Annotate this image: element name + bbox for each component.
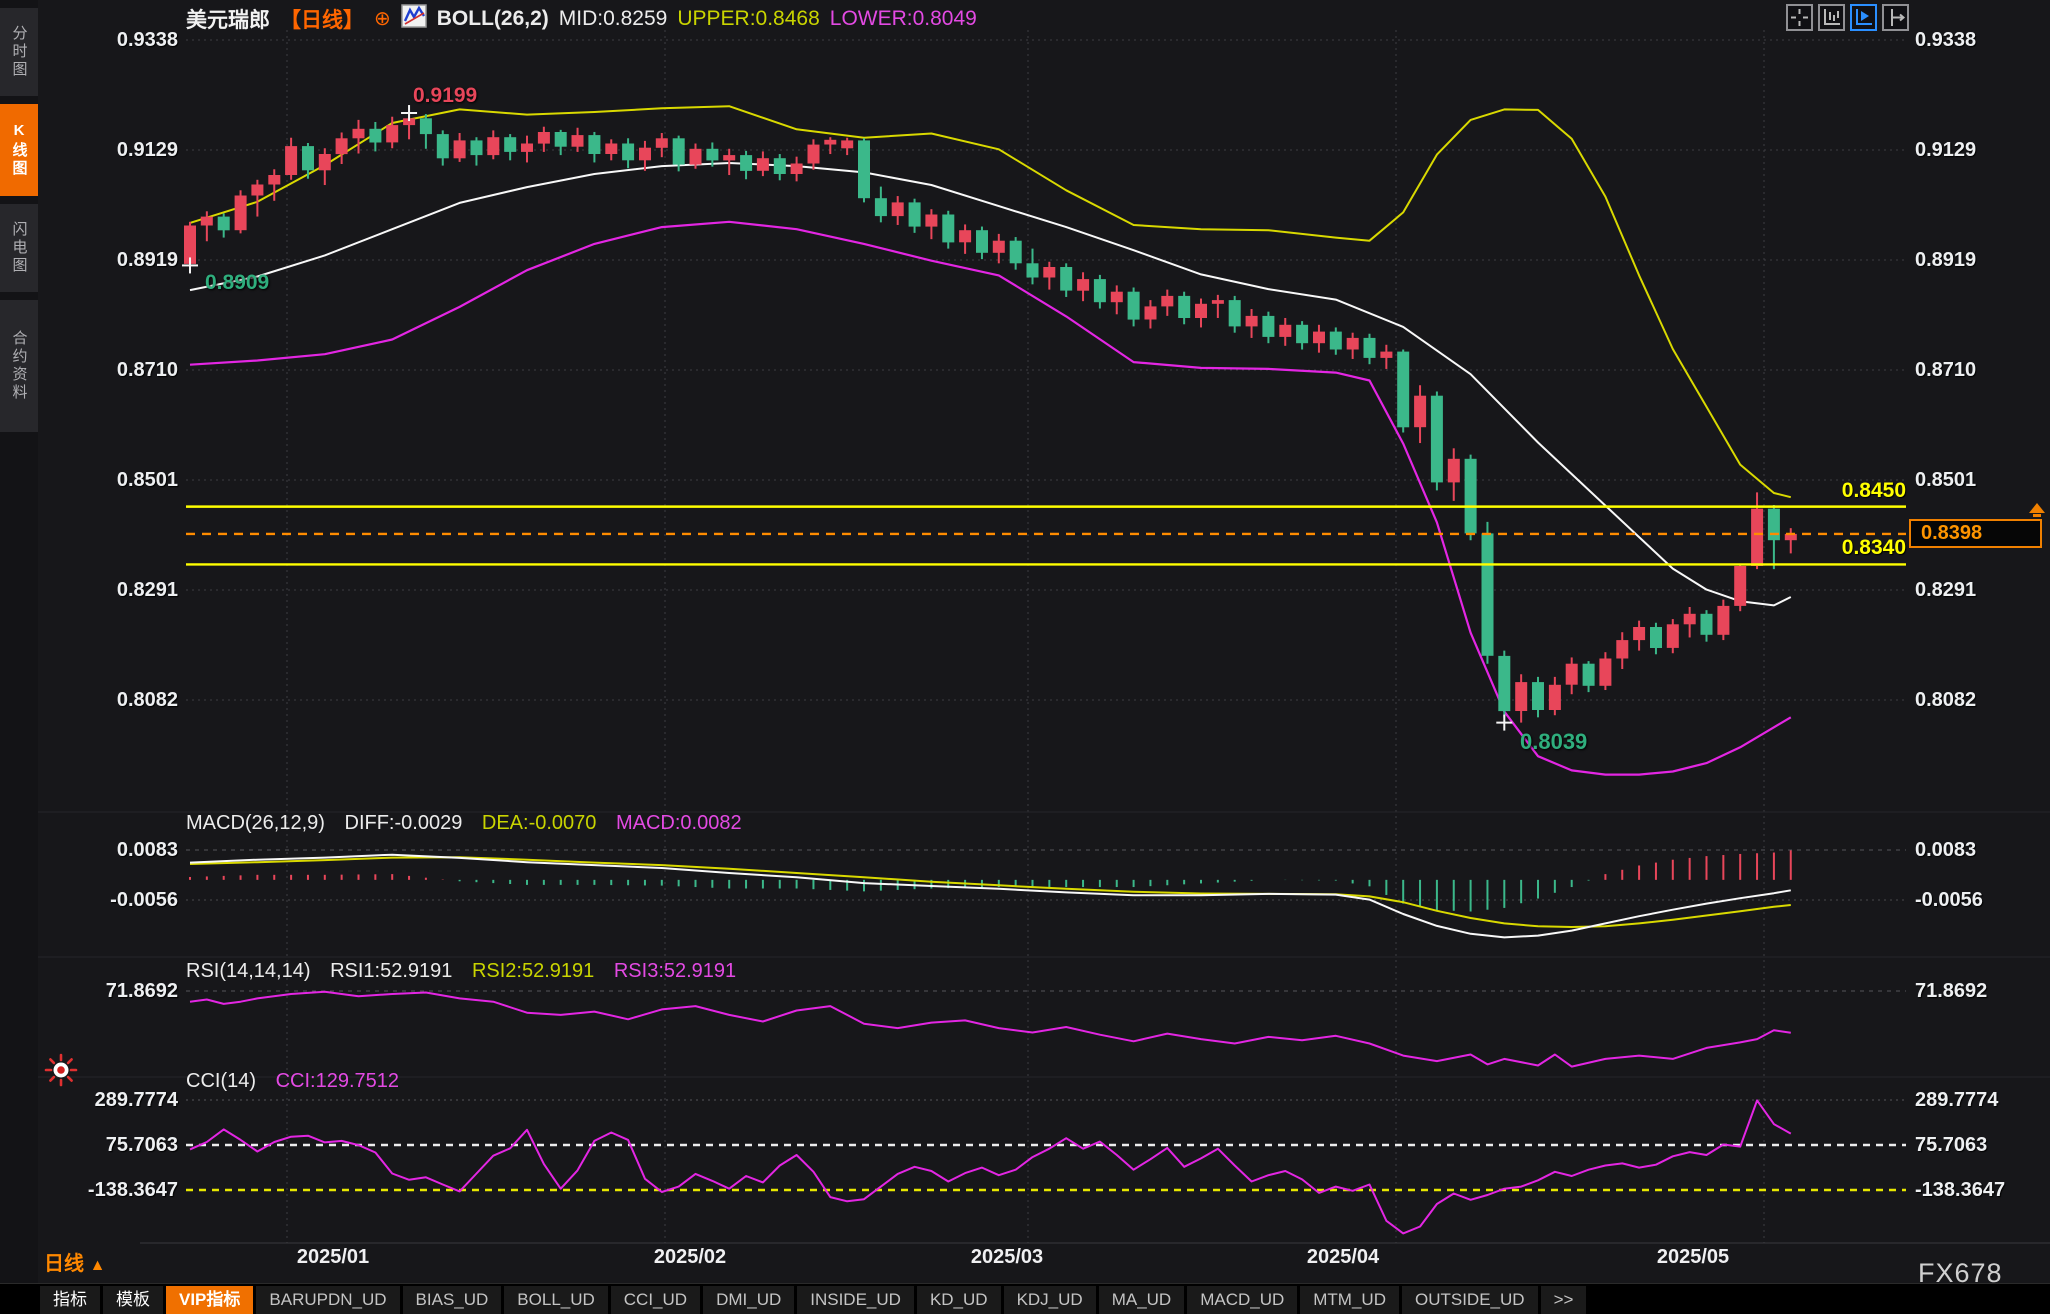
- tab-kdj_ud[interactable]: KDJ_UD: [1003, 1285, 1096, 1314]
- axis-tick-label: 0.8919: [1915, 249, 1977, 271]
- tab-barupdn_ud[interactable]: BARUPDN_UD: [256, 1285, 400, 1314]
- timeframe-selector[interactable]: 日线 ▲: [44, 1247, 105, 1276]
- x-axis-month-label: 2025/01: [296, 1246, 370, 1268]
- watermark: FX678: [1918, 1258, 2003, 1288]
- tab-gtgt[interactable]: >>: [1540, 1285, 1587, 1314]
- axis-tick-label: 0.8501: [116, 469, 178, 491]
- support-level-label: 0.8340: [1841, 536, 1906, 559]
- sidebar: 分时图 K线图闪电图合约资料: [0, 0, 38, 1314]
- boll-upper-value: UPPER:0.8468: [677, 7, 820, 30]
- axis-tick-label: -138.3647: [87, 1179, 178, 1201]
- rsi3-value: RSI3:52.9191: [613, 960, 737, 982]
- tab-指标[interactable]: 指标: [40, 1285, 100, 1314]
- axis-tick-label: 75.7063: [1915, 1134, 1988, 1156]
- cci-value: CCI:129.7512: [275, 1070, 399, 1092]
- axis-tick-label: -0.0056: [110, 889, 178, 911]
- boll-lower-value: LOWER:0.8049: [829, 7, 977, 30]
- rsi-title: RSI(14,14,14): [186, 960, 311, 982]
- price-up-arrow-icon[interactable]: [2029, 503, 2045, 513]
- price-arrow-base-icon: [2033, 514, 2041, 517]
- low-price-annotation: 0.8039: [1520, 729, 1588, 754]
- axis-tick-label: -0.0056: [1915, 889, 1983, 911]
- start-low-annotation: 0.8909: [205, 271, 270, 294]
- tab-boll_ud[interactable]: BOLL_UD: [504, 1285, 608, 1314]
- rsi1-value: RSI1:52.9191: [330, 960, 453, 982]
- tab-kd_ud[interactable]: KD_UD: [916, 1285, 1001, 1314]
- high-price-annotation: 0.9199: [413, 84, 478, 107]
- axis-tick-label: 0.8919: [116, 249, 178, 271]
- axis-tick-label: 0.0083: [116, 839, 178, 861]
- axis-tick-label: 75.7063: [105, 1134, 178, 1156]
- resistance-level-label: 0.8450: [1841, 479, 1906, 502]
- macd-title: MACD(26,12,9): [186, 812, 325, 834]
- tab-inside_ud[interactable]: INSIDE_UD: [797, 1285, 914, 1314]
- axis-tick-label: 0.8501: [1915, 469, 1977, 491]
- chart-toolbar: [1786, 4, 1909, 31]
- tab-mtm_ud[interactable]: MTM_UD: [1300, 1285, 1399, 1314]
- tab-vip指标[interactable]: VIP指标: [166, 1285, 254, 1314]
- add-indicator-icon[interactable]: ⊕: [374, 9, 391, 29]
- tab-bias_ud[interactable]: BIAS_UD: [402, 1285, 502, 1314]
- axis-tick-label: -138.3647: [1915, 1179, 2006, 1201]
- chart-header: 美元瑞郎 【日线】 ⊕ BOLL(26,2) MID:0.8259 UPPER:…: [186, 4, 977, 34]
- axis-tick-label: 0.9129: [116, 139, 178, 161]
- macd-hist-value: MACD:0.0082: [615, 812, 742, 834]
- tab-outside_ud[interactable]: OUTSIDE_UD: [1401, 1285, 1538, 1314]
- sidebar-item-contract-info[interactable]: 合约资料: [0, 300, 38, 432]
- chart-thumbnail-icon[interactable]: [401, 4, 427, 34]
- axis-tick-label: 0.0083: [1915, 839, 1977, 861]
- x-axis-month-label: 2025/04: [1306, 1246, 1380, 1268]
- axis-shift-icon[interactable]: [1882, 4, 1909, 31]
- x-axis-month-label: 2025/05: [1656, 1246, 1730, 1268]
- tab-cci_ud[interactable]: CCI_UD: [610, 1285, 701, 1314]
- symbol-title: 美元瑞郎: [186, 9, 270, 32]
- tab-macd_ud[interactable]: MACD_UD: [1187, 1285, 1298, 1314]
- x-axis-month-label: 2025/03: [970, 1246, 1044, 1268]
- timeframe-label: 日线: [44, 1253, 84, 1275]
- indicator-tabbar: 指标 模板 VIP指标 BARUPDN_UD BIAS_UD BOLL_UD CCI_UD D…: [0, 1283, 2050, 1314]
- axis-tick-label: 0.8710: [1915, 359, 1977, 381]
- sidebar-item-time-chart[interactable]: 分时图: [0, 8, 38, 96]
- cci-title: CCI(14): [186, 1070, 257, 1092]
- axis-tick-label: 0.9338: [1915, 29, 1977, 51]
- chart-canvas[interactable]: [0, 0, 2050, 1314]
- current-price-box: 0.8398: [1909, 519, 2042, 548]
- macd-panel-header: MACD(26,12,9) DIFF:-0.0029 DEA:-0.0070 M…: [186, 812, 756, 835]
- rsi-panel-header: RSI(14,14,14) RSI1:52.9191 RSI2:52.9191 …: [186, 960, 750, 983]
- sidebar-item-kline-chart[interactable]: K线图: [0, 104, 38, 196]
- macd-dea-value: DEA:-0.0070: [481, 812, 597, 834]
- tab-ma_ud[interactable]: MA_UD: [1098, 1285, 1185, 1314]
- sidebar-item-flash-chart[interactable]: 闪电图: [0, 204, 38, 292]
- axis-tick-label: 0.8082: [1915, 689, 1977, 711]
- axis-tick-label: 0.8082: [116, 689, 178, 711]
- axis-candle-icon[interactable]: [1818, 4, 1845, 31]
- axis-play-icon[interactable]: [1850, 4, 1877, 31]
- x-axis-month-label: 2025/02: [653, 1246, 727, 1268]
- axis-tick-label: 0.9338: [116, 29, 178, 51]
- trading-terminal: 分时图 K线图闪电图合约资料 美元瑞郎 【日线】 ⊕ BOLL(26,2) MID…: [0, 0, 2050, 1314]
- timeframe-arrow-icon: ▲: [89, 1257, 106, 1274]
- axis-tick-label: 71.8692: [1915, 980, 1988, 1002]
- axis-tick-label: 0.8291: [1915, 579, 1977, 601]
- cci-panel-header: CCI(14) CCI:129.7512: [186, 1070, 413, 1093]
- rsi2-value: RSI2:52.9191: [471, 960, 595, 982]
- axis-tick-label: 71.8692: [105, 980, 178, 1002]
- axis-tick-label: 0.8291: [116, 579, 178, 601]
- macd-diff-value: DIFF:-0.0029: [344, 812, 463, 834]
- axis-tick-label: 0.9129: [1915, 139, 1977, 161]
- axis-tick-label: 0.8710: [116, 359, 178, 381]
- axis-tick-label: 289.7774: [1915, 1089, 1999, 1111]
- boll-title: BOLL(26,2): [436, 7, 549, 30]
- period-tag[interactable]: 【日线】: [280, 4, 364, 34]
- crosshair-move-icon[interactable]: [1786, 4, 1813, 31]
- tab-模板[interactable]: 模板: [103, 1285, 163, 1314]
- tab-dmi_ud[interactable]: DMI_UD: [703, 1285, 795, 1314]
- boll-mid-value: MID:0.8259: [558, 7, 668, 30]
- record-indicator-icon: [44, 1053, 78, 1092]
